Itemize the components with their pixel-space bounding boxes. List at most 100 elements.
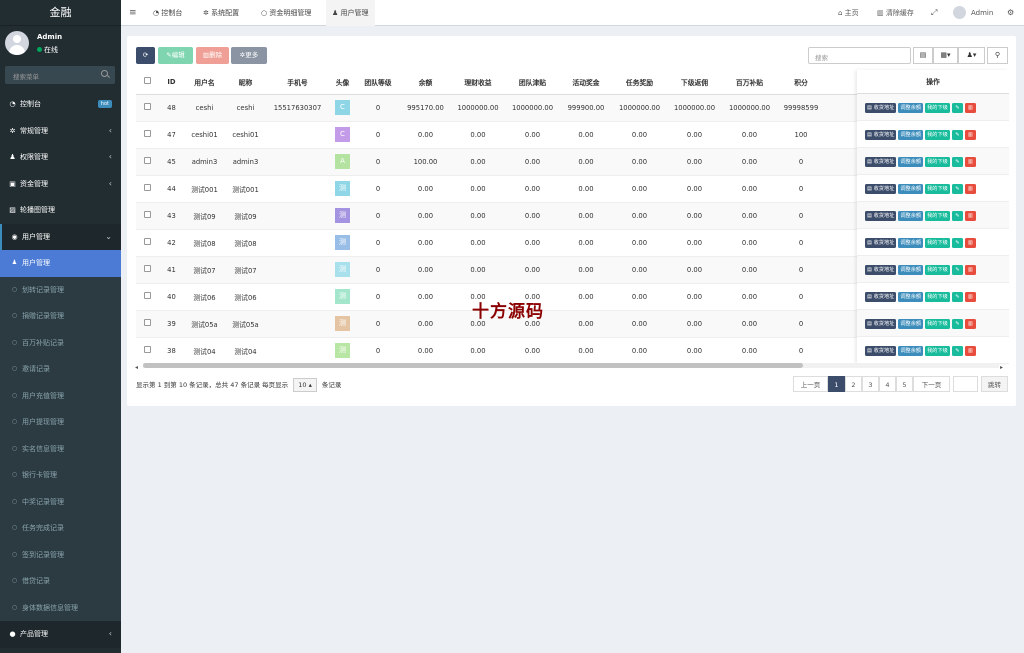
toggle-view-button[interactable]: ▤ [913, 47, 933, 64]
delete-row-button[interactable]: ▥ [964, 211, 976, 221]
avatar[interactable]: 测 [335, 289, 350, 304]
delete-row-button[interactable]: ▥ [964, 292, 976, 302]
address-button[interactable]: ▤ 收货地址 [865, 319, 897, 329]
horizontal-scrollbar-thumb[interactable] [143, 363, 803, 368]
edit-row-button[interactable]: ✎ [951, 184, 963, 194]
my-subordinates-button[interactable]: 我的下级 [925, 130, 950, 140]
avatar[interactable]: 测 [335, 262, 350, 277]
page-4-button[interactable]: 4 [879, 376, 896, 392]
sidebar-item-banner[interactable]: ▨ 轮播图管理 [0, 197, 121, 224]
my-subordinates-button[interactable]: 我的下级 [925, 346, 950, 356]
sidebar-subitem-9[interactable]: ○ 中奖记录管理 [0, 488, 121, 515]
address-button[interactable]: ▤ 收货地址 [865, 238, 897, 248]
avatar[interactable]: 测 [335, 343, 350, 358]
page-3-button[interactable]: 3 [862, 376, 879, 392]
my-subordinates-button[interactable]: 我的下级 [925, 157, 950, 167]
brand-logo[interactable]: 金融 [0, 0, 121, 26]
sidebar-item-products[interactable]: ● 产品管理 ‹ [0, 621, 121, 648]
page-2-button[interactable]: 2 [845, 376, 862, 392]
select-all-checkbox[interactable] [144, 77, 151, 85]
scroll-left-arrow-icon[interactable]: ◂ [135, 364, 138, 371]
page-5-button[interactable]: 5 [896, 376, 913, 392]
column-header[interactable]: 下级返佣 [667, 70, 722, 95]
tab-fund-details[interactable]: ○ 资金明细管理 [255, 0, 317, 26]
my-subordinates-button[interactable]: 我的下级 [925, 211, 950, 221]
edit-button[interactable]: ✎编辑 [158, 47, 193, 64]
avatar[interactable]: C [335, 100, 350, 115]
columns-button[interactable]: ▦▾ [933, 47, 958, 64]
edit-row-button[interactable]: ✎ [951, 238, 963, 248]
column-header[interactable]: ID [159, 70, 184, 95]
column-header[interactable]: 理财收益 [451, 70, 505, 95]
column-header[interactable]: 手机号 [266, 70, 329, 95]
sidebar-subitem-4[interactable]: ○ 邀请记录 [0, 356, 121, 383]
edit-row-button[interactable]: ✎ [951, 103, 963, 113]
adjust-balance-button[interactable]: 调整余额 [898, 265, 924, 275]
edit-row-button[interactable]: ✎ [951, 130, 963, 140]
column-header[interactable]: 团队等级 [356, 70, 400, 95]
adjust-balance-button[interactable]: 调整余额 [898, 157, 924, 167]
row-checkbox[interactable] [144, 130, 151, 137]
edit-row-button[interactable]: ✎ [951, 211, 963, 221]
next-page-button[interactable]: 下一页 [913, 376, 950, 392]
jump-button[interactable]: 跳转 [981, 376, 1008, 392]
row-checkbox[interactable] [144, 292, 151, 299]
sidebar-subitem-5[interactable]: ○ 用户充值管理 [0, 382, 121, 409]
my-subordinates-button[interactable]: 我的下级 [925, 292, 950, 302]
avatar[interactable]: C [335, 127, 350, 142]
column-header[interactable]: 余额 [400, 70, 451, 95]
page-size-select[interactable]: 10 ▴ [293, 378, 317, 392]
sidebar-subitem-3[interactable]: ○ 百万补贴记录 [0, 329, 121, 356]
row-checkbox[interactable] [144, 319, 151, 326]
delete-row-button[interactable]: ▥ [964, 157, 976, 167]
edit-row-button[interactable]: ✎ [951, 346, 963, 356]
tab-user-management[interactable]: ♟ 用户管理 [326, 0, 375, 26]
sidebar-subitem-7[interactable]: ○ 实名信息管理 [0, 435, 121, 462]
delete-row-button[interactable]: ▥ [964, 103, 976, 113]
sidebar-subitem-1[interactable]: ○ 划转记录管理 [0, 276, 121, 303]
scroll-right-arrow-icon[interactable]: ▸ [1000, 364, 1003, 371]
address-button[interactable]: ▤ 收货地址 [865, 157, 897, 167]
my-subordinates-button[interactable]: 我的下级 [925, 103, 950, 113]
sidebar-item-funds[interactable]: ▣ 资金管理 ‹ [0, 171, 121, 198]
delete-row-button[interactable]: ▥ [964, 184, 976, 194]
row-checkbox[interactable] [144, 157, 151, 164]
adjust-balance-button[interactable]: 调整余额 [898, 211, 924, 221]
adjust-balance-button[interactable]: 调整余额 [898, 238, 924, 248]
address-button[interactable]: ▤ 收货地址 [865, 184, 897, 194]
sidebar-subitem-2[interactable]: ○ 捐赠记录管理 [0, 303, 121, 330]
avatar[interactable]: 测 [335, 235, 350, 250]
sidebar-item-general[interactable]: ✲ 常规管理 ‹ [0, 118, 121, 145]
jump-page-input[interactable] [953, 376, 978, 392]
column-header[interactable]: 昵称 [225, 70, 266, 95]
address-button[interactable]: ▤ 收货地址 [865, 265, 897, 275]
top-user-name[interactable]: Admin [971, 0, 993, 26]
column-header[interactable]: 任务奖励 [612, 70, 667, 95]
delete-button[interactable]: ▥删除 [196, 47, 229, 64]
row-checkbox[interactable] [144, 184, 151, 191]
tab-system-config[interactable]: ✲ 系统配置 [197, 0, 245, 26]
row-checkbox[interactable] [144, 211, 151, 218]
edit-row-button[interactable]: ✎ [951, 157, 963, 167]
column-header[interactable]: 头像 [329, 70, 356, 95]
column-header[interactable]: 百万补贴 [722, 70, 777, 95]
address-button[interactable]: ▤ 收货地址 [865, 292, 897, 302]
column-header[interactable]: 团队津贴 [505, 70, 560, 95]
sidebar-item-users[interactable]: ◉ 用户管理 ⌄ [0, 223, 121, 250]
sidebar-subitem-0[interactable]: ♟ 用户管理 [0, 250, 121, 277]
avatar[interactable] [953, 6, 966, 19]
home-link[interactable]: ⌂ 主页 [838, 0, 859, 26]
more-button[interactable]: ✲更多 [231, 47, 267, 64]
adjust-balance-button[interactable]: 调整余额 [898, 346, 924, 356]
refresh-button[interactable]: ⟳ [136, 47, 155, 64]
page-1-button[interactable]: 1 [828, 376, 845, 392]
sidebar-subitem-13[interactable]: ○ 身体数据信息管理 [0, 594, 121, 621]
address-button[interactable]: ▤ 收货地址 [865, 103, 897, 113]
column-header[interactable]: 用户名 [184, 70, 225, 95]
my-subordinates-button[interactable]: 我的下级 [925, 319, 950, 329]
row-checkbox[interactable] [144, 265, 151, 272]
row-checkbox[interactable] [144, 346, 151, 353]
sidebar-search-input[interactable]: 搜索菜单 [5, 66, 115, 84]
adjust-balance-button[interactable]: 调整余额 [898, 103, 924, 113]
sidebar-subitem-8[interactable]: ○ 银行卡管理 [0, 462, 121, 489]
